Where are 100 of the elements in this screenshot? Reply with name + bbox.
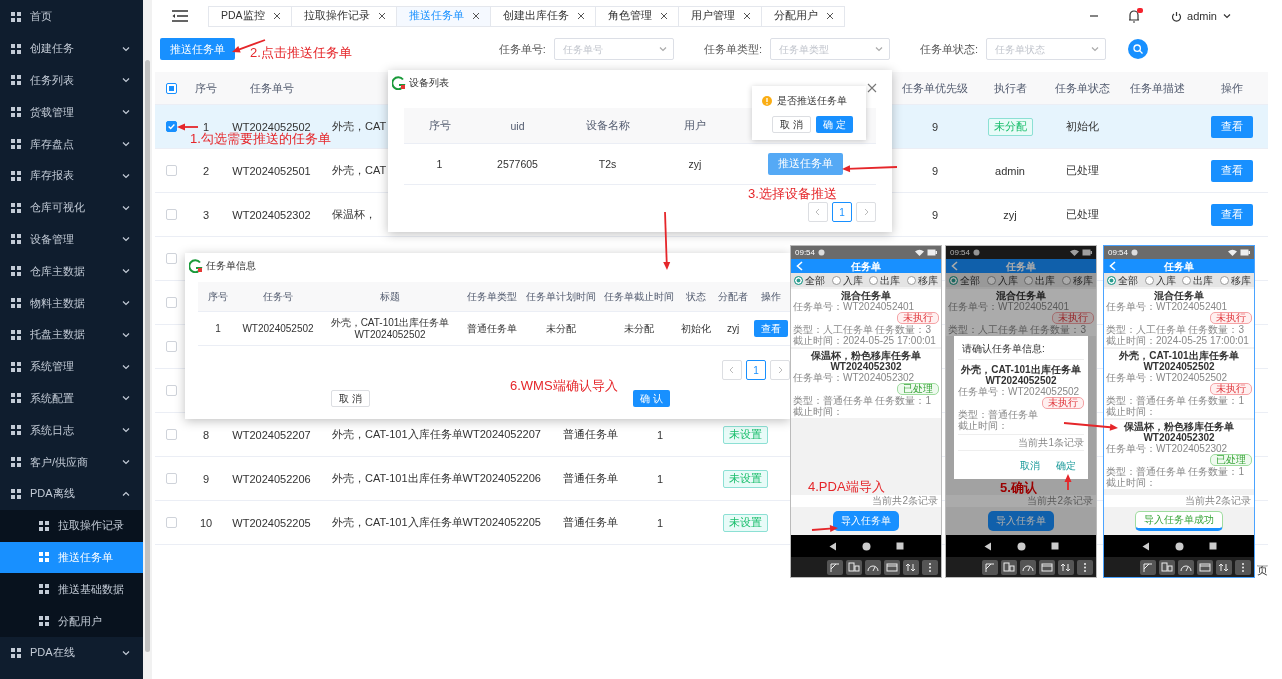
menu-item[interactable]: 货载管理	[0, 96, 143, 129]
menu-item[interactable]: PDA在线	[0, 636, 143, 669]
radio-button[interactable]: 移库	[1219, 274, 1251, 286]
menu-icon[interactable]	[172, 10, 188, 22]
more-icon[interactable]	[1235, 559, 1251, 575]
radio-button[interactable]: 全部	[794, 274, 826, 286]
cancel-button[interactable]: 取 消	[772, 116, 811, 133]
close-icon[interactable]	[272, 12, 281, 20]
close-icon[interactable]	[659, 12, 668, 20]
radio-button[interactable]: 入库	[831, 274, 863, 286]
menu-item[interactable]: 系统管理	[0, 350, 143, 383]
devices-icon[interactable]	[1001, 559, 1017, 575]
radio-button[interactable]: 移库	[1061, 274, 1093, 286]
expand-icon[interactable]	[1140, 559, 1156, 575]
checkbox[interactable]	[165, 165, 177, 176]
close-icon[interactable]	[825, 12, 834, 20]
menu-item[interactable]: 拉取操作记录	[0, 509, 143, 542]
radio-circle[interactable]	[1024, 275, 1034, 285]
expand-icon[interactable]	[982, 559, 998, 575]
more-icon[interactable]	[1077, 559, 1093, 575]
checkbox[interactable]	[165, 297, 177, 308]
close-icon[interactable]	[471, 12, 480, 20]
radio-circle[interactable]	[986, 275, 996, 285]
radio-circle[interactable]	[869, 275, 879, 285]
expand-icon[interactable]	[827, 559, 843, 575]
checkbox[interactable]	[165, 473, 177, 484]
radio-circle[interactable]	[1061, 275, 1071, 285]
square-icon[interactable]	[1208, 542, 1217, 550]
bell-icon[interactable]	[1127, 8, 1144, 24]
radio-circle[interactable]	[949, 275, 959, 285]
close-icon[interactable]	[576, 12, 585, 20]
square-icon[interactable]	[1050, 542, 1059, 550]
menu-item[interactable]: 库存盘点	[0, 128, 143, 160]
devices-icon[interactable]	[1159, 559, 1175, 575]
menu-item[interactable]: 任务列表	[0, 64, 143, 97]
menu-item[interactable]: 客户/供应商	[0, 446, 143, 478]
chevron-down-icon[interactable]	[1222, 11, 1232, 21]
tab[interactable]: 分配用户	[760, 5, 845, 27]
menu-item[interactable]: 设备管理	[0, 223, 143, 256]
menu-item[interactable]: 推送基础数据	[0, 573, 143, 606]
menu-item[interactable]: 仓库主数据	[0, 255, 143, 288]
radio-circle[interactable]	[1182, 275, 1192, 285]
radio-button[interactable]: 移库	[906, 274, 938, 286]
radio-button[interactable]: 全部	[1107, 274, 1139, 286]
card-icon[interactable]	[1039, 559, 1055, 575]
checkbox[interactable]	[165, 82, 177, 94]
tab[interactable]: 角色管理	[594, 5, 678, 27]
menu-item[interactable]: 首页	[0, 1, 143, 33]
tab[interactable]: 用户管理	[677, 5, 761, 27]
tab[interactable]: PDA监控	[208, 5, 291, 27]
menu-item[interactable]: 分配用户	[0, 605, 143, 637]
menu-item[interactable]: 库存报表	[0, 160, 143, 192]
checkbox[interactable]	[165, 517, 177, 528]
radio-button[interactable]: 出库	[869, 274, 901, 286]
close-icon[interactable]	[742, 12, 751, 20]
cancel-button[interactable]: 取 消	[331, 390, 370, 407]
checkbox[interactable]	[165, 121, 177, 132]
more-icon[interactable]	[922, 559, 938, 575]
checkbox[interactable]	[165, 341, 177, 352]
radio-button[interactable]: 入库	[1144, 274, 1176, 286]
square-icon[interactable]	[895, 542, 904, 550]
radio-circle[interactable]	[794, 275, 804, 285]
card-icon[interactable]	[1197, 559, 1213, 575]
checkbox[interactable]	[165, 253, 177, 264]
back-icon[interactable]	[1109, 261, 1116, 271]
back-icon[interactable]	[951, 261, 958, 271]
home-circle-icon[interactable]	[1016, 541, 1026, 551]
radio-circle[interactable]	[1107, 275, 1117, 285]
checkbox[interactable]	[165, 209, 177, 220]
radio-circle[interactable]	[1219, 275, 1229, 285]
close-icon[interactable]	[867, 83, 877, 93]
radio-circle[interactable]	[1144, 275, 1154, 285]
devices-icon[interactable]	[846, 559, 862, 575]
menu-item[interactable]: 托盘主数据	[0, 318, 143, 351]
tab[interactable]: 拉取操作记录	[290, 5, 396, 27]
back-icon[interactable]	[796, 261, 803, 271]
back-triangle-icon[interactable]	[828, 541, 837, 551]
gauge-icon[interactable]	[1020, 559, 1036, 575]
back-triangle-icon[interactable]	[1141, 541, 1150, 551]
tab[interactable]: 创建出库任务	[489, 5, 595, 27]
close-icon[interactable]	[377, 12, 386, 20]
menu-item[interactable]: 系统日志	[0, 414, 143, 447]
search-button[interactable]	[1128, 39, 1148, 59]
menu-item[interactable]: 创建任务	[0, 32, 143, 65]
radio-button[interactable]: 入库	[986, 274, 1018, 286]
checkbox[interactable]	[165, 385, 177, 396]
home-circle-icon[interactable]	[861, 541, 871, 551]
user-name[interactable]: admin	[1187, 10, 1217, 22]
gauge-icon[interactable]	[865, 559, 881, 575]
swap-icon[interactable]	[1216, 559, 1232, 575]
radio-button[interactable]: 全部	[949, 274, 981, 286]
swap-icon[interactable]	[903, 559, 919, 575]
radio-button[interactable]: 出库	[1182, 274, 1214, 286]
gauge-icon[interactable]	[1178, 559, 1194, 575]
menu-item[interactable]: 物料主数据	[0, 287, 143, 319]
radio-circle[interactable]	[831, 275, 841, 285]
menu-item[interactable]: 系统配置	[0, 382, 143, 415]
radio-button[interactable]: 出库	[1024, 274, 1056, 286]
card-icon[interactable]	[884, 559, 900, 575]
radio-circle[interactable]	[906, 275, 916, 285]
